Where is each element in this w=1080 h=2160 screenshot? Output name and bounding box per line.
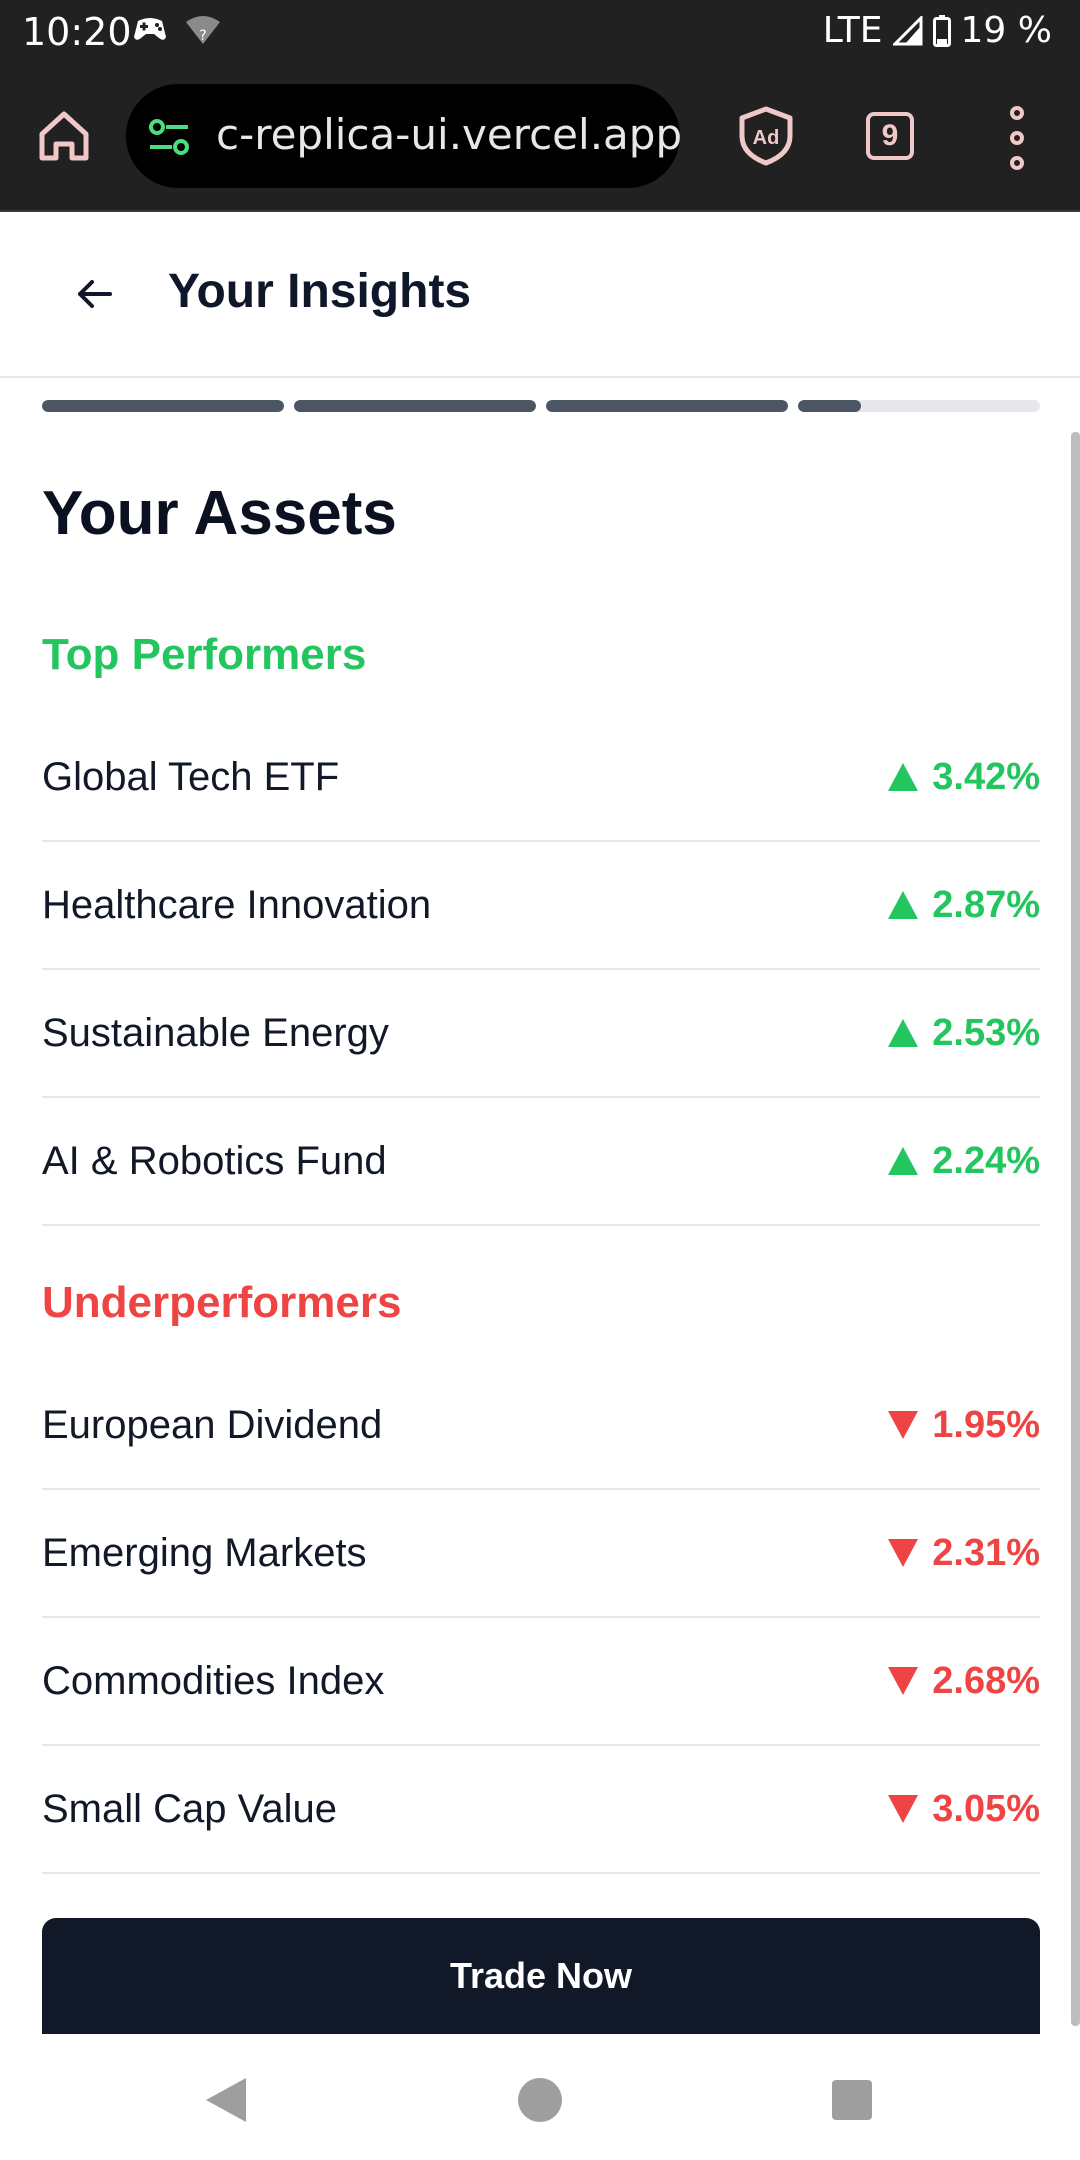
up-triangle-icon [888,891,919,919]
asset-change: 2.53% [888,1012,1040,1055]
status-right: LTE 19 % [823,10,1052,51]
ad-block-icon[interactable]: Ad [738,106,794,166]
progress-segment [798,400,1040,412]
browser-toolbar: c-replica-ui.vercel.app Ad 9 [0,70,1080,212]
up-triangle-icon [888,1019,919,1047]
page-title: Your Insights [168,265,472,318]
battery-icon [932,14,951,47]
tab-switcher-button[interactable]: 9 [866,112,914,160]
list-item: European Dividend 1.95% [42,1362,1040,1490]
asset-name: AI & Robotics Fund [42,1138,387,1183]
progress-segment [294,400,536,412]
section-title: Your Assets [42,479,397,548]
status-time: 10:20 [22,10,132,54]
progress-segment [546,400,788,412]
asset-change: 3.05% [888,1788,1040,1831]
down-triangle-icon [888,1795,919,1823]
list-item: Commodities Index 2.68% [42,1618,1040,1746]
asset-change: 2.68% [888,1660,1040,1703]
page-header: Your Insights [0,212,1080,378]
asset-name: Commodities Index [42,1658,385,1703]
ad-label: Ad [753,127,780,149]
system-nav-bar [0,2036,1080,2160]
down-triangle-icon [888,1667,919,1695]
asset-name: Emerging Markets [42,1530,367,1575]
asset-name: Sustainable Energy [42,1010,389,1055]
url-text: c-replica-ui.vercel.app [216,110,680,159]
back-arrow-icon[interactable] [72,272,116,316]
underperformers-list: European Dividend 1.95% Emerging Markets… [42,1362,1040,1874]
asset-change: 2.87% [888,884,1040,927]
up-triangle-icon [888,1147,919,1175]
asset-change: 2.24% [888,1140,1040,1183]
battery-percent: 19 % [960,10,1052,51]
tab-count: 9 [881,119,899,152]
trade-now-button[interactable]: Trade Now [42,1918,1040,2034]
game-controller-icon [134,18,166,40]
wifi-unknown-icon: ? [186,16,220,44]
nav-home-icon[interactable] [518,2078,562,2122]
nav-back-icon[interactable] [206,2078,246,2122]
top-performers-title: Top Performers [42,630,367,679]
asset-name: Small Cap Value [42,1786,337,1831]
asset-change: 3.42% [888,756,1040,799]
down-triangle-icon [888,1539,919,1567]
nav-recents-icon[interactable] [832,2080,872,2120]
list-item: Emerging Markets 2.31% [42,1490,1040,1618]
asset-name: Healthcare Innovation [42,882,432,927]
list-item: Global Tech ETF 3.42% [42,714,1040,842]
asset-change: 1.95% [888,1404,1040,1447]
underperformers-title: Underperformers [42,1278,402,1327]
overflow-menu-icon[interactable] [1000,106,1034,170]
address-bar[interactable]: c-replica-ui.vercel.app [126,84,680,188]
down-triangle-icon [888,1411,919,1439]
site-settings-icon[interactable] [148,116,190,158]
list-item: Healthcare Innovation 2.87% [42,842,1040,970]
up-triangle-icon [888,763,919,791]
status-notification-icons: ? [132,14,220,44]
home-icon[interactable] [34,106,94,166]
signal-icon [892,15,923,45]
progress-segment [42,400,284,412]
svg-text:?: ? [199,28,206,44]
list-item: AI & Robotics Fund 2.24% [42,1098,1040,1226]
asset-change: 2.31% [888,1532,1040,1575]
asset-name: Global Tech ETF [42,754,340,799]
top-performers-list: Global Tech ETF 3.42% Healthcare Innovat… [42,714,1040,1226]
status-bar: 10:20 ? LTE 19 % [0,0,1080,70]
list-item: Small Cap Value 3.05% [42,1746,1040,1874]
story-progress [42,400,1040,412]
list-item: Sustainable Energy 2.53% [42,970,1040,1098]
scrollbar[interactable] [1071,432,1080,2026]
asset-name: European Dividend [42,1402,383,1447]
network-label: LTE [822,10,883,51]
